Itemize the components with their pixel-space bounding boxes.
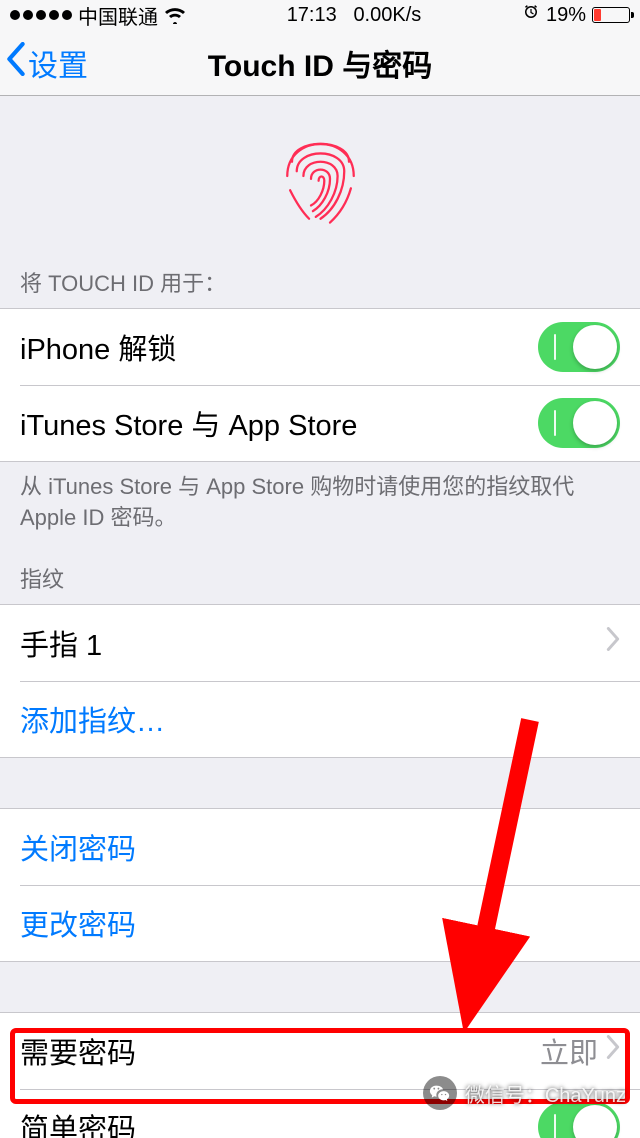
battery-pct: 19%: [546, 4, 586, 27]
row-require-passcode-value: 立即: [540, 1030, 598, 1072]
row-require-passcode-label: 需要密码: [20, 1030, 136, 1072]
row-turn-off-passcode[interactable]: 关闭密码: [0, 809, 640, 885]
group-fingerprints: 手指 1 添加指纹…: [0, 604, 640, 758]
section-header-fingerprints: 指纹: [0, 544, 640, 604]
row-add-fingerprint-label: 添加指纹…: [20, 698, 165, 740]
page-title: Touch ID 与密码: [0, 41, 640, 85]
row-add-fingerprint[interactable]: 添加指纹…: [0, 681, 640, 757]
section-header-touchid: 将 TOUCH ID 用于：: [0, 260, 640, 308]
status-netspeed: 0.00K/s: [353, 4, 421, 26]
row-iphone-unlock: iPhone 解锁: [0, 309, 640, 385]
row-finger-1[interactable]: 手指 1: [0, 605, 640, 681]
carrier-label: 中国联通: [78, 1, 158, 30]
row-simple-passcode: 简单密码: [0, 1089, 640, 1138]
toggle-iphone-unlock[interactable]: [538, 322, 620, 372]
status-left: 中国联通: [10, 1, 186, 30]
back-label: 设置: [28, 41, 88, 85]
row-itunes-store-label: iTunes Store 与 App Store: [20, 402, 357, 444]
signal-dots-icon: [10, 10, 72, 20]
chevron-right-icon: [606, 1034, 620, 1067]
status-right: 19%: [522, 3, 630, 27]
status-time: 17:13: [287, 4, 337, 26]
touchid-hero: [0, 96, 640, 260]
row-require-passcode[interactable]: 需要密码 立即: [0, 1013, 640, 1089]
toggle-itunes-store[interactable]: [538, 398, 620, 448]
toggle-simple-passcode[interactable]: [538, 1102, 620, 1138]
group-passcode-actions: 关闭密码 更改密码: [0, 808, 640, 962]
chevron-left-icon: [6, 42, 26, 84]
row-itunes-store: iTunes Store 与 App Store: [0, 385, 640, 461]
row-simple-passcode-label: 简单密码: [20, 1106, 136, 1138]
row-turn-off-passcode-label: 关闭密码: [20, 826, 136, 868]
navbar: 设置 Touch ID 与密码: [0, 30, 640, 96]
group-passcode-options: 需要密码 立即 简单密码: [0, 1012, 640, 1138]
group-touchid-uses: iPhone 解锁 iTunes Store 与 App Store: [0, 308, 640, 462]
row-change-passcode-label: 更改密码: [20, 902, 136, 944]
status-center: 17:13 0.00K/s: [287, 4, 422, 27]
chevron-right-icon: [606, 626, 620, 659]
back-button[interactable]: 设置: [0, 41, 88, 85]
status-bar: 中国联通 17:13 0.00K/s 19%: [0, 0, 640, 30]
alarm-icon: [522, 3, 540, 27]
wifi-icon: [164, 6, 186, 24]
row-finger-1-label: 手指 1: [20, 622, 102, 664]
battery-icon: [592, 7, 630, 23]
section-footer-touchid: 从 iTunes Store 与 App Store 购物时请使用您的指纹取代 …: [0, 462, 640, 544]
row-iphone-unlock-label: iPhone 解锁: [20, 326, 176, 368]
row-change-passcode[interactable]: 更改密码: [0, 885, 640, 961]
fingerprint-icon: [273, 121, 368, 236]
